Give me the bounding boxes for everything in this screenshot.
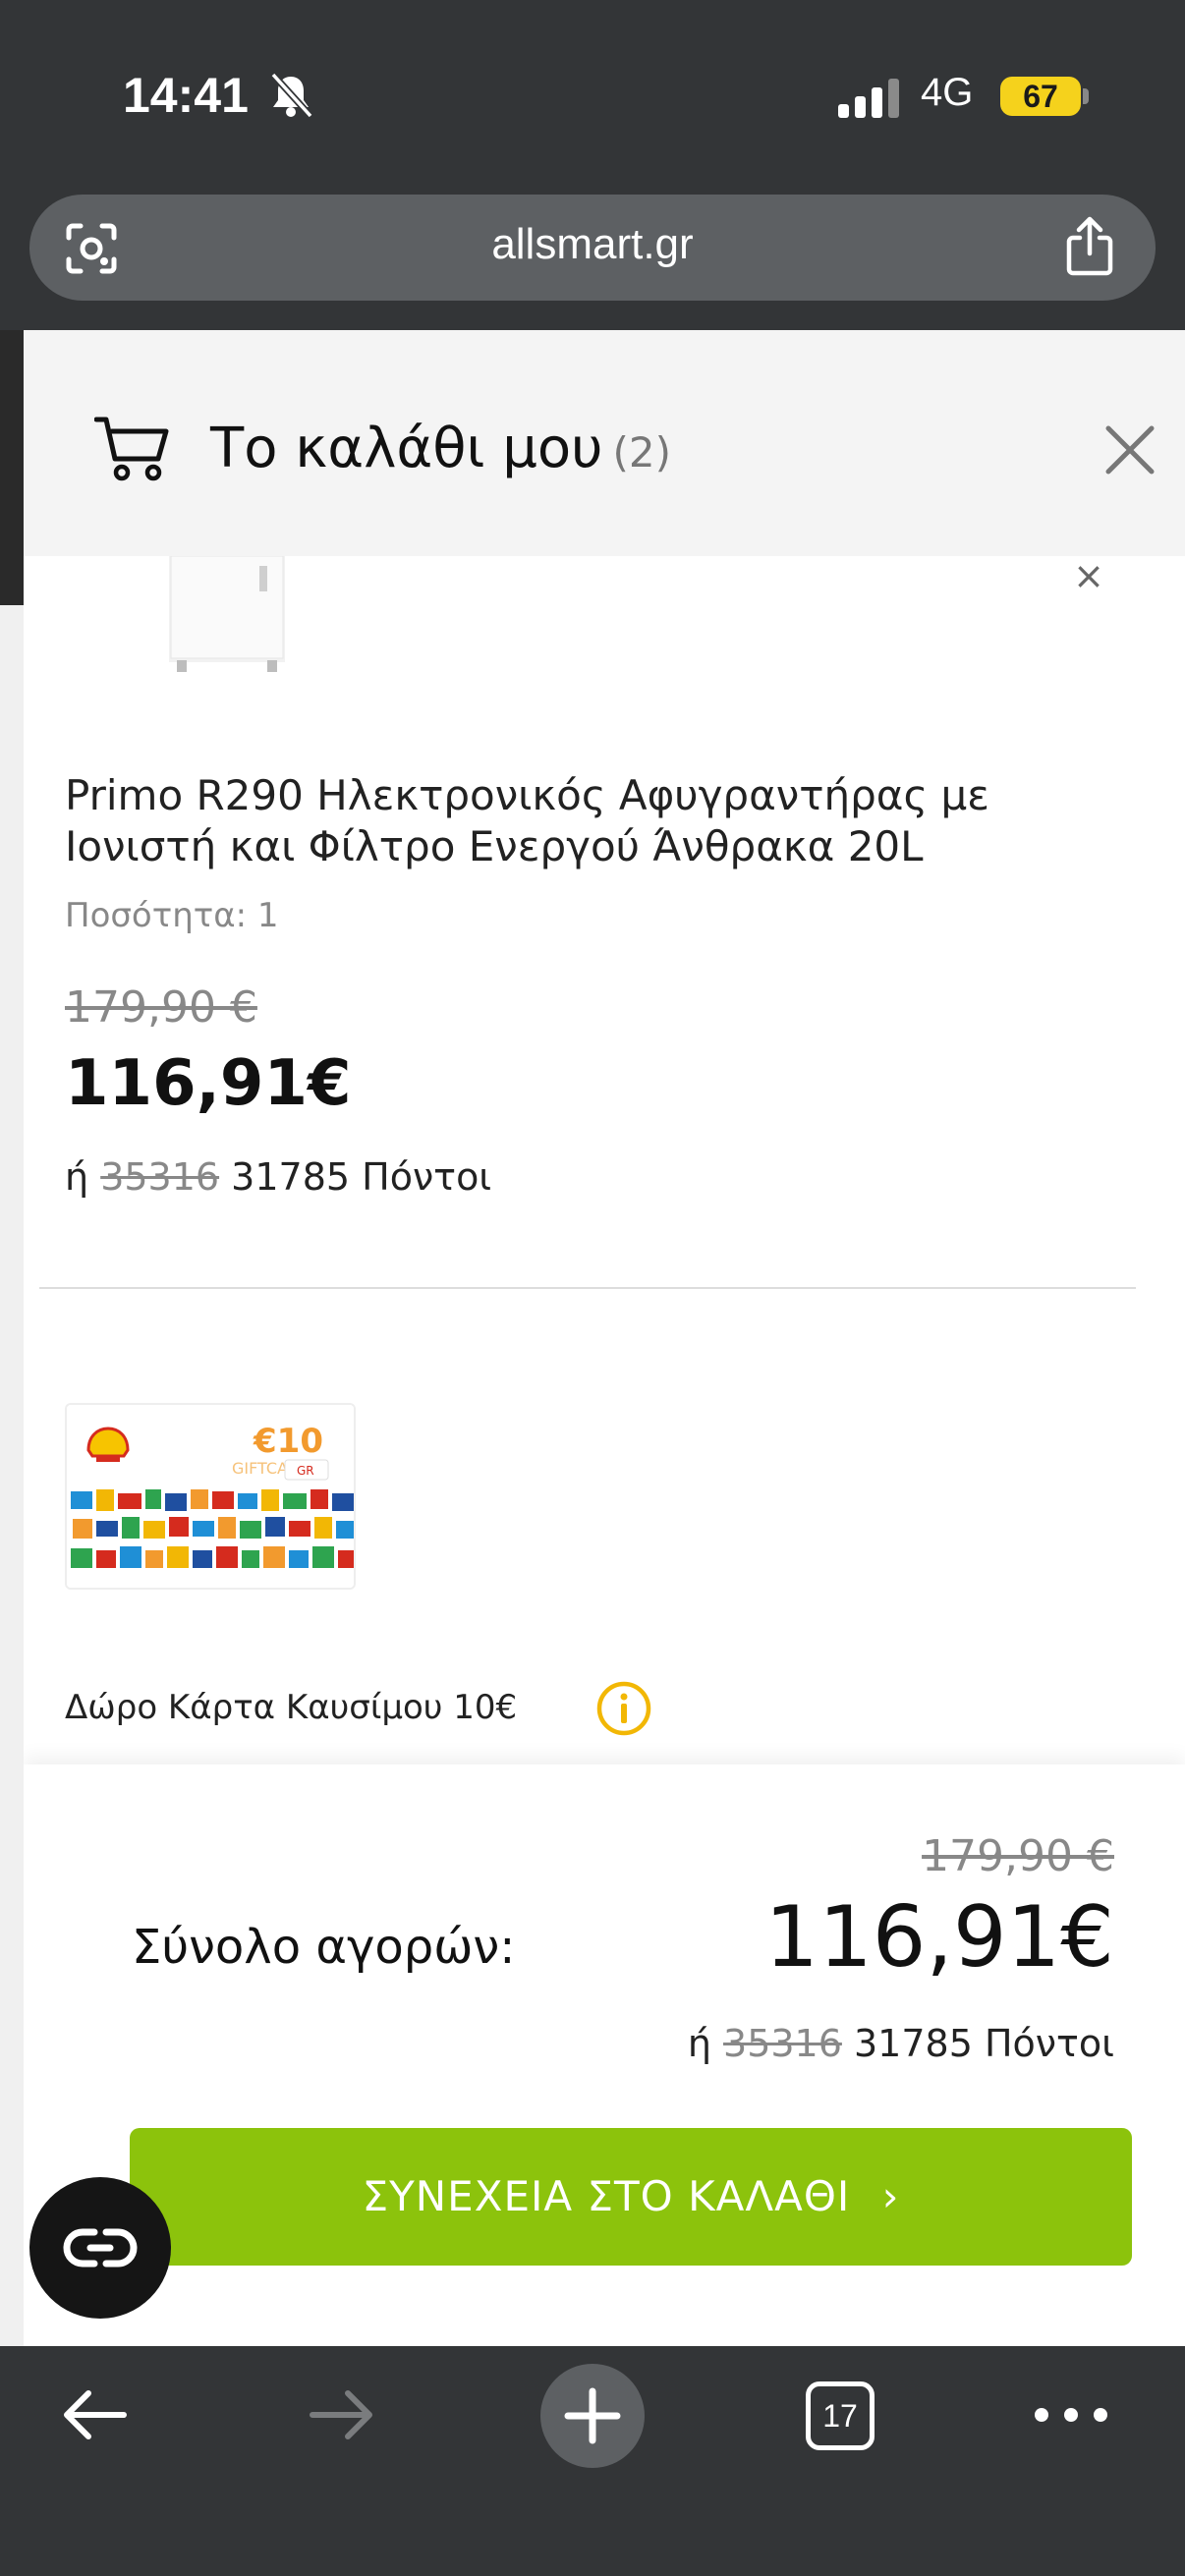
network-type: 4G (921, 71, 974, 114)
product-points: ή 35316 31785 Πόντοι (65, 1155, 491, 1199)
status-time: 14:41 (123, 68, 249, 123)
address-bar[interactable]: allsmart.gr (29, 195, 1156, 301)
plus-icon (564, 2387, 621, 2444)
browser-toolbar: 17 (0, 2346, 1185, 2576)
share-icon[interactable] (1063, 216, 1116, 277)
chat-button[interactable] (29, 2177, 171, 2319)
cart-summary: 179,90 € Σύνολο αγορών: 116,91€ ή 35316 … (24, 1764, 1185, 2346)
info-icon[interactable] (595, 1680, 652, 1737)
summary-points-prefix: ή (687, 2022, 711, 2065)
url-text[interactable]: allsmart.gr (29, 220, 1156, 269)
more-dots-icon[interactable] (1032, 2395, 1110, 2435)
status-bar: 14:41 4G 67 (0, 0, 1185, 187)
chevron-right-icon: › (881, 2172, 900, 2220)
battery-icon: 67 (1000, 77, 1081, 116)
product-old-price: 179,90 € (65, 982, 257, 1033)
remove-item-button[interactable]: × (1069, 556, 1108, 595)
cart-icon (94, 417, 169, 481)
summary-points-new: 31785 Πόντοι (854, 2022, 1114, 2065)
cell-signal-icon (838, 79, 899, 118)
summary-points-old: 35316 (723, 2022, 842, 2065)
item-divider (39, 1287, 1136, 1289)
new-tab-button[interactable] (540, 2364, 645, 2468)
gift-card-image: €10 GIFTCARD GR (65, 1403, 356, 1590)
continue-to-cart-button[interactable]: ΣΥΝΕΧΕΙΑ ΣΤΟ ΚΑΛΑΘΙ › (130, 2128, 1132, 2266)
tabs-button[interactable]: 17 (806, 2381, 875, 2450)
continue-label: ΣΥΝΕΧΕΙΑ ΣΤΟ ΚΑΛΑΘΙ (362, 2172, 851, 2220)
points-prefix: ή (65, 1155, 89, 1199)
shell-logo-icon (86, 1427, 130, 1462)
close-icon[interactable] (1100, 420, 1159, 479)
cart-count: (2) (612, 428, 672, 476)
cart-title-text: Το καλάθι μου (210, 417, 603, 480)
forward-arrow-icon[interactable] (307, 2385, 377, 2444)
back-arrow-icon[interactable] (59, 2385, 130, 2444)
product-image[interactable] (140, 556, 311, 682)
gift-amount: €10 (253, 1422, 323, 1461)
web-page: Το καλάθι μου (2) × Primo R290 Ηλεκτρονικ… (0, 330, 1185, 2346)
chat-logo-icon (63, 2228, 138, 2268)
points-old: 35316 (100, 1155, 220, 1199)
gift-card-country: GR (297, 1464, 314, 1478)
summary-old-price: 179,90 € (922, 1831, 1114, 1881)
left-edge-strip (0, 330, 24, 2346)
cart-header: Το καλάθι μου (2) (24, 330, 1185, 556)
bell-muted-icon (270, 72, 313, 119)
cart-items: × Primo R290 Ηλεκτρονικός Αφυγραντήρας μ… (24, 556, 1185, 1833)
points-new: 31785 Πόντοι (231, 1155, 492, 1199)
product-quantity: Ποσότητα: 1 (65, 896, 279, 935)
product-name[interactable]: Primo R290 Ηλεκτρονικός Αφυγραντήρας με … (65, 770, 1146, 872)
product-price: 116,91€ (65, 1047, 352, 1120)
battery-tip (1083, 88, 1089, 104)
left-edge-dark (0, 330, 24, 605)
summary-price: 116,91€ (764, 1888, 1114, 1987)
cart-title: Το καλάθι μου (2) (210, 417, 671, 480)
summary-label: Σύνολο αγορών: (132, 1920, 516, 1975)
summary-points: ή 35316 31785 Πόντοι (688, 2022, 1114, 2065)
gift-label: Δώρο Κάρτα Καυσίμου 10€ (65, 1688, 518, 1727)
